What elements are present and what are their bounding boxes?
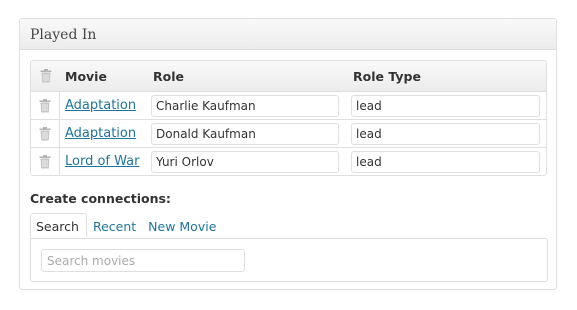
search-input[interactable] [41, 249, 245, 272]
played-in-metabox: Played In Movie Role Role Type Adaptatio… [19, 18, 557, 290]
role-type-input[interactable] [351, 94, 540, 117]
table-row: Adaptation [31, 120, 546, 148]
role-type-input[interactable] [351, 122, 540, 145]
trash-icon [40, 69, 52, 83]
movie-link[interactable]: Adaptation [65, 98, 136, 113]
connection-tabs: Search Recent New Movie [30, 213, 222, 238]
movie-link[interactable]: Adaptation [65, 126, 136, 141]
header-role: Role [153, 68, 184, 84]
table-row: Adaptation [31, 92, 546, 120]
tab-new-movie[interactable]: New Movie [142, 214, 222, 238]
tab-search[interactable]: Search [30, 213, 87, 238]
create-connections-heading: Create connections: [30, 191, 171, 206]
delete-row-button[interactable] [31, 92, 60, 119]
role-input[interactable] [151, 122, 339, 145]
trash-icon [39, 98, 51, 113]
role-input[interactable] [151, 94, 339, 117]
connections-table: Movie Role Role Type Adaptation Adaptati… [30, 60, 547, 176]
trash-icon [39, 126, 51, 141]
header-role-type: Role Type [353, 68, 421, 84]
trash-icon [39, 154, 51, 169]
metabox-title: Played In [20, 19, 556, 50]
delete-row-button[interactable] [31, 148, 60, 175]
role-type-input[interactable] [351, 150, 540, 173]
table-header: Movie Role Role Type [31, 61, 546, 92]
delete-all-button[interactable] [31, 61, 60, 91]
header-movie: Movie [65, 68, 107, 84]
movie-link[interactable]: Lord of War [65, 154, 139, 169]
tab-recent[interactable]: Recent [87, 214, 142, 238]
table-row: Lord of War [31, 148, 546, 175]
search-panel [30, 238, 548, 282]
delete-row-button[interactable] [31, 120, 60, 147]
role-input[interactable] [151, 150, 339, 173]
